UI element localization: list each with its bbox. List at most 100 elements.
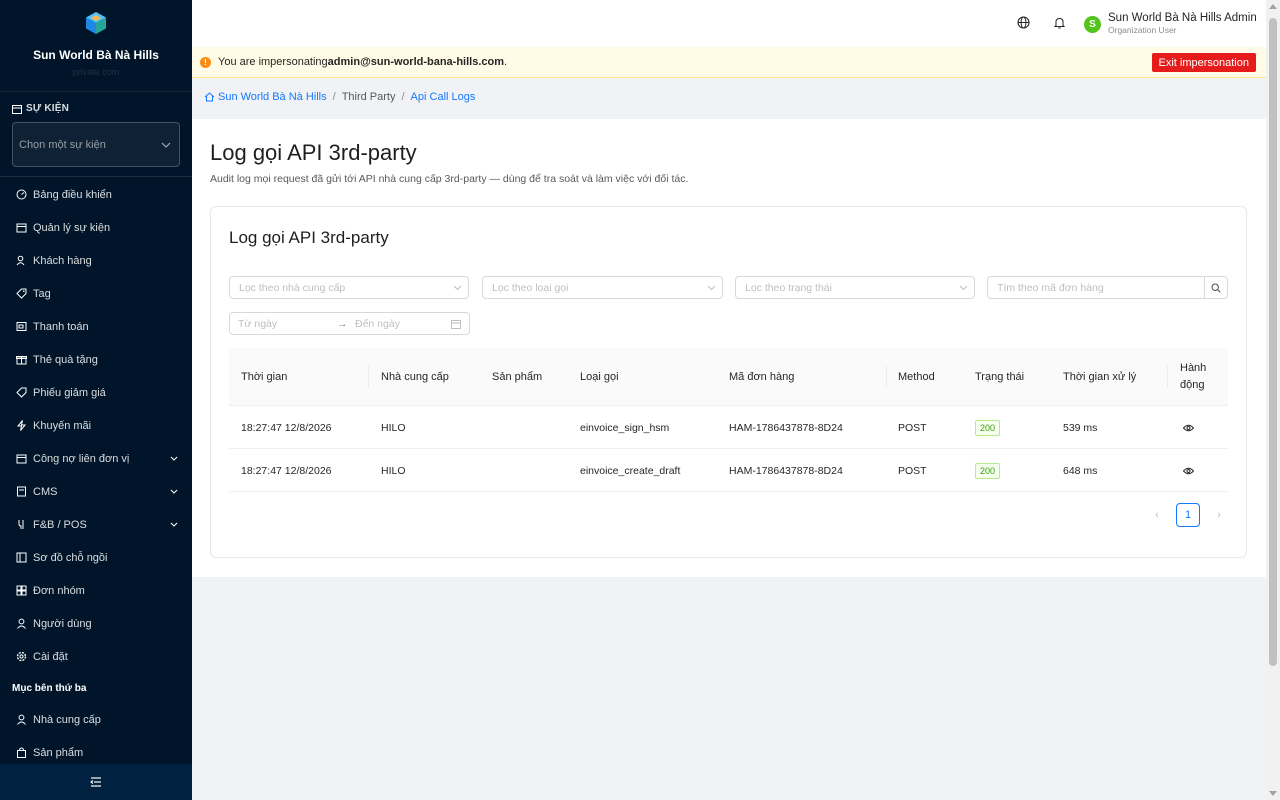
banner-prefix: You are impersonating: [218, 56, 328, 68]
search-icon: [1211, 282, 1221, 293]
sidebar-item-promotions[interactable]: Khuyến mãi: [0, 409, 192, 442]
provider-filter-select[interactable]: Lọc theo nhà cung cấp: [229, 276, 469, 299]
chevron-down-icon: [170, 456, 178, 461]
status-filter-select[interactable]: Lọc theo trạng thái: [735, 276, 975, 299]
status-badge: 200: [975, 462, 1001, 479]
page-scrollbar[interactable]: [1266, 0, 1280, 800]
user-name[interactable]: Sun World Bà Nà Hills Admin: [1108, 12, 1257, 24]
sidebar-item-inter-unit-debt[interactable]: Công nợ liên đơn vị: [0, 442, 192, 475]
calendar-icon: [451, 319, 461, 329]
brand: Sun World Bà Nà Hills private.com: [0, 0, 192, 92]
prev-page-button[interactable]: ‹: [1146, 504, 1168, 526]
view-detail-button[interactable]: [1183, 449, 1194, 492]
sidebar-item-customers[interactable]: Khách hàng: [0, 244, 192, 277]
sidebar-item-label: Sản phẩm: [33, 746, 84, 759]
event-select[interactable]: Chọn một sự kiện: [12, 122, 180, 167]
sidebar-collapse-button[interactable]: [0, 764, 192, 800]
home-icon: [204, 92, 215, 102]
chevron-down-icon: [170, 522, 178, 527]
api-log-card: Log gọi API 3rd-party Lọc theo nhà cung …: [210, 206, 1247, 558]
breadcrumb-separator: /: [332, 91, 336, 103]
scroll-up-arrow[interactable]: [1269, 4, 1277, 9]
column-header-status[interactable]: Trạng thái: [975, 348, 1024, 406]
sidebar-item-events[interactable]: Quản lý sự kiện: [0, 211, 192, 244]
scroll-down-arrow[interactable]: [1269, 791, 1277, 796]
sidebar-item-payments[interactable]: Thanh toán: [0, 310, 192, 343]
impersonated-email: admin@sun-world-bana-hills.com: [327, 56, 505, 68]
eye-icon: [1183, 424, 1194, 431]
sidebar-item-label: Sơ đồ chỗ ngồi: [33, 551, 108, 564]
sidebar: Sun World Bà Nà Hills private.com SỰ KIỆ…: [0, 0, 192, 800]
sidebar-item-suppliers[interactable]: Nhà cung cấp: [0, 703, 192, 736]
column-header-method[interactable]: Method: [898, 348, 935, 406]
sidebar-item-group-orders[interactable]: Đơn nhóm: [0, 574, 192, 607]
bell-icon[interactable]: [1054, 17, 1065, 29]
sidebar-item-label: Cài đặt: [33, 650, 68, 663]
view-detail-button[interactable]: [1183, 406, 1194, 449]
sidebar-item-dashboard[interactable]: Bảng điều khiển: [0, 178, 192, 211]
page-number-button[interactable]: 1: [1176, 503, 1200, 527]
tag-icon: [16, 288, 27, 299]
sidebar-item-label: Công nợ liên đơn vị: [33, 452, 130, 465]
sidebar-item-label: Phiếu giảm giá: [33, 386, 106, 399]
column-header-time[interactable]: Thời gian: [241, 348, 287, 406]
sidebar-item-label: Thẻ quà tặng: [33, 353, 98, 366]
from-date-input[interactable]: Từ ngày: [238, 318, 337, 330]
column-divider: [886, 366, 887, 388]
cell-duration: 648 ms: [1063, 464, 1098, 477]
sidebar-item-gift-cards[interactable]: Thẻ quà tặng: [0, 343, 192, 376]
brand-name: Sun World Bà Nà Hills: [33, 48, 159, 62]
column-header-action-line2: động: [1180, 379, 1205, 391]
cell-provider: HILO: [381, 464, 406, 477]
page-title: Log gọi API 3rd-party: [210, 140, 417, 165]
column-header-product[interactable]: Sản phẩm: [492, 348, 542, 406]
globe-icon[interactable]: [1017, 16, 1030, 29]
column-header-provider[interactable]: Nhà cung cấp: [381, 348, 449, 406]
sidebar-item-label: Quản lý sự kiện: [33, 221, 111, 234]
search-button[interactable]: [1204, 277, 1227, 298]
breadcrumb-current[interactable]: Api Call Logs: [411, 91, 476, 103]
user-icon: [16, 618, 27, 629]
column-divider: [1167, 366, 1168, 388]
chevron-down-icon: [959, 285, 968, 290]
cell-order-code: HAM-1786437878-8D24: [729, 421, 843, 434]
thunderbolt-icon: [16, 420, 27, 431]
sidebar-item-label: Khuyến mãi: [33, 419, 92, 432]
user-icon: [16, 714, 27, 725]
sidebar-item-settings[interactable]: Cài đặt: [0, 640, 192, 673]
exit-impersonation-button[interactable]: Exit impersonation: [1151, 53, 1256, 72]
gear-icon: [16, 651, 27, 662]
next-page-button[interactable]: ›: [1208, 504, 1230, 526]
arrow-right-icon: →: [337, 317, 348, 330]
sidebar-item-users[interactable]: Người dùng: [0, 607, 192, 640]
cell-time: 18:27:47 12/8/2026: [241, 464, 332, 477]
column-header-duration[interactable]: Thời gian xử lý: [1063, 348, 1136, 406]
column-divider: [368, 366, 369, 388]
column-header-call-type[interactable]: Loại gọi: [580, 348, 619, 406]
sidebar-group-third-party: Mục bên thứ ba: [12, 682, 87, 694]
sidebar-item-fnb-pos[interactable]: F&B / POS: [0, 508, 192, 541]
to-date-input[interactable]: Đến ngày: [355, 318, 451, 330]
sidebar-item-tag[interactable]: Tag: [0, 277, 192, 310]
date-range-picker[interactable]: Từ ngày → Đến ngày: [229, 312, 470, 335]
chevron-down-icon: [161, 142, 171, 148]
event-section-label: SỰ KIỆN: [12, 103, 69, 114]
sidebar-item-label: Người dùng: [33, 617, 92, 630]
brand-subtitle: private.com: [72, 67, 120, 77]
column-header-order-code[interactable]: Mã đơn hàng: [729, 348, 794, 406]
table-row: 18:27:47 12/8/2026 HILO einvoice_sign_hs…: [229, 406, 1228, 449]
sidebar-item-coupons[interactable]: Phiếu giảm giá: [0, 376, 192, 409]
call-type-filter-placeholder: Lọc theo loại gọi: [492, 281, 569, 294]
call-type-filter-select[interactable]: Lọc theo loại gọi: [482, 276, 723, 299]
avatar[interactable]: S: [1084, 16, 1101, 33]
sidebar-item-label: Nhà cung cấp: [33, 713, 101, 726]
provider-filter-placeholder: Lọc theo nhà cung cấp: [239, 281, 346, 294]
sidebar-item-seat-map[interactable]: Sơ đồ chỗ ngồi: [0, 541, 192, 574]
cell-duration: 539 ms: [1063, 421, 1098, 434]
breadcrumb-home[interactable]: Sun World Bà Nà Hills: [204, 91, 327, 103]
sidebar-item-label: F&B / POS: [33, 518, 87, 531]
warning-icon: !: [200, 56, 211, 68]
scrollbar-thumb[interactable]: [1269, 18, 1277, 666]
order-search-input[interactable]: Tìm theo mã đơn hàng: [988, 282, 1204, 294]
sidebar-item-cms[interactable]: CMS: [0, 475, 192, 508]
